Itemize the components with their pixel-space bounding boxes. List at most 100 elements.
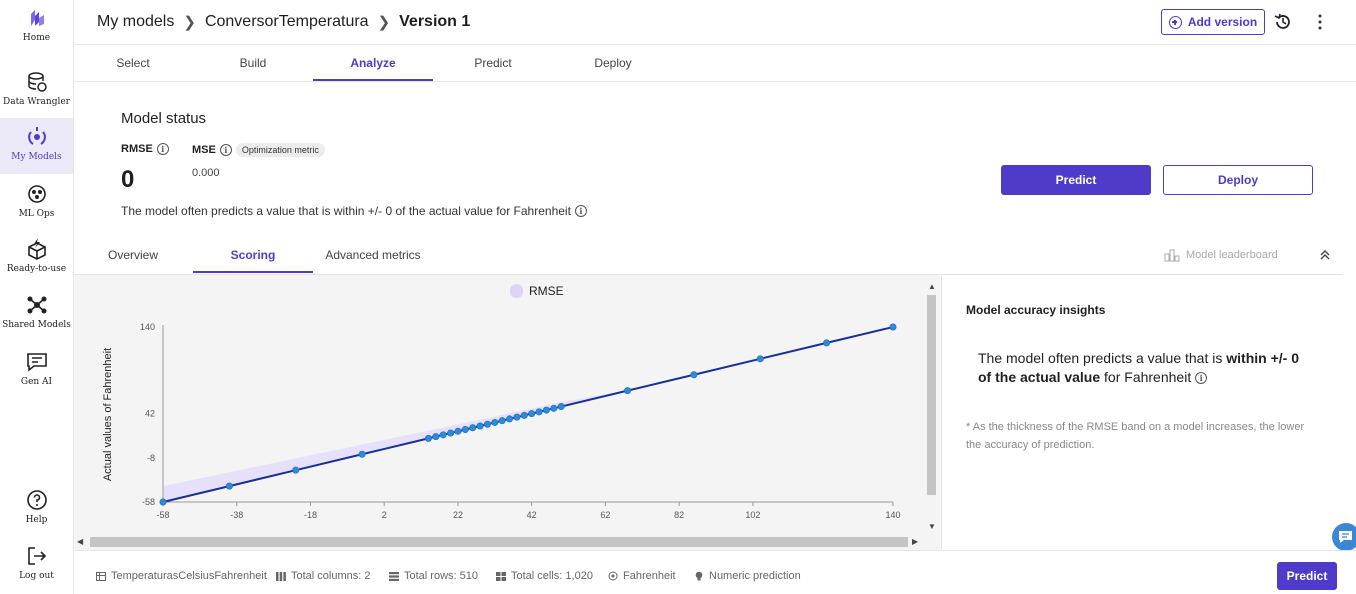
footer-columns: Total columns: 2: [276, 570, 370, 582]
tab-analyze[interactable]: Analyze: [313, 45, 433, 81]
footer-target: Fahrenheit: [608, 570, 676, 582]
sidebar-item-ready-to-use[interactable]: Ready-to-use: [0, 237, 73, 277]
info-icon[interactable]: i: [1195, 372, 1208, 385]
data-point: [225, 482, 233, 490]
sidebar-item-label: My Models: [11, 152, 62, 162]
sidebar-item-home[interactable]: Home: [0, 6, 73, 50]
sidebar-item-help[interactable]: Help: [0, 488, 73, 528]
database-icon: [27, 72, 47, 92]
app-root: Home Data Wrangler My Models ML Ops Read…: [0, 0, 1356, 594]
add-version-button[interactable]: Add version: [1161, 9, 1265, 35]
data-point: [483, 420, 491, 428]
insights-title: Model accuracy insights: [966, 303, 1106, 317]
data-point: [756, 355, 764, 363]
footer-columns-text: Total columns: 2: [291, 570, 371, 582]
shared-models-icon: [27, 296, 46, 314]
footer-cells: Total cells: 1,020: [496, 570, 593, 582]
y-tick-label: 140: [140, 322, 155, 332]
sidebar-item-shared-models[interactable]: Shared Models: [0, 293, 73, 333]
data-point: [461, 426, 469, 434]
y-tick-label: 42: [145, 409, 155, 419]
lightbulb-icon: [695, 571, 703, 581]
rmse-label-text: RMSE: [121, 143, 153, 155]
sidebar-item-ml-ops[interactable]: ML Ops: [0, 182, 73, 222]
sidebar-item-data-wrangler[interactable]: Data Wrangler: [0, 70, 73, 110]
y-tick-label: -8: [147, 453, 155, 463]
horizontal-scrollbar[interactable]: ◀ ▶: [74, 535, 925, 549]
collapse-chevron-icon[interactable]: [1318, 248, 1332, 262]
history-icon[interactable]: [1273, 12, 1293, 32]
tab-advanced-metrics[interactable]: Advanced metrics: [313, 238, 433, 273]
scroll-down-icon[interactable]: ▼: [928, 522, 936, 531]
insights-note: * As the thickness of the RMSE band on a…: [966, 421, 1305, 451]
tab-scoring[interactable]: Scoring: [193, 238, 313, 273]
footer-rows: Total rows: 510: [389, 570, 478, 582]
columns-icon: [276, 571, 286, 581]
sidebar-item-label: Help: [25, 515, 48, 525]
horizontal-scroll-thumb[interactable]: [90, 537, 908, 547]
scoring-chart: -58 -38 -18 2 22 42 62 82 102 14014042-8-58Actual…: [102, 322, 901, 520]
data-point: [454, 427, 462, 435]
chat-icon: [1339, 531, 1352, 543]
data-point: [542, 406, 550, 414]
footer-type: Numeric prediction: [694, 570, 801, 582]
log-out-icon: [27, 547, 46, 565]
model-leaderboard-button[interactable]: Model leaderboard: [1164, 248, 1278, 262]
legend-label: RMSE: [529, 284, 564, 298]
sidebar-item-label: Log out: [19, 571, 54, 581]
data-point: [506, 415, 514, 423]
footer-predict-button[interactable]: Predict: [1277, 562, 1337, 590]
tab-build[interactable]: Build: [193, 45, 313, 81]
info-icon[interactable]: i: [156, 143, 169, 155]
insights-statement: The model often predicts a value that is…: [978, 349, 1308, 387]
mse-label-text: MSE: [192, 144, 216, 156]
rows-icon: [389, 571, 399, 581]
breadcrumb-my-models[interactable]: My models: [97, 13, 174, 31]
x-tick-label: 42: [527, 510, 537, 520]
predict-button[interactable]: Predict: [1001, 165, 1151, 195]
sidebar-item-log-out[interactable]: Log out: [0, 544, 73, 584]
sidebar-item-label: Shared Models: [2, 320, 71, 330]
more-options-icon[interactable]: [1310, 12, 1330, 32]
tab-overview[interactable]: Overview: [73, 238, 193, 273]
status-sentence-text: The model often predicts a value that is…: [121, 204, 571, 218]
footer-cells-text: Total cells: 1,020: [511, 570, 593, 582]
data-point: [557, 403, 565, 411]
chat-fab[interactable]: [1332, 523, 1356, 551]
data-point: [469, 424, 477, 432]
sidebar-item-label: Gen AI: [20, 377, 53, 387]
data-point: [439, 431, 447, 439]
data-point: [491, 418, 499, 426]
scroll-right-icon[interactable]: ▶: [912, 537, 918, 546]
mse-value: 0.000: [192, 167, 220, 179]
sidebar-item-label: Data Wrangler: [2, 97, 70, 107]
analysis-tabs: Overview Scoring Advanced metrics: [74, 238, 433, 273]
vertical-scroll-thumb[interactable]: [927, 295, 936, 495]
info-icon[interactable]: i: [574, 205, 587, 217]
data-point: [528, 410, 536, 418]
x-tick-label: 102: [745, 510, 760, 520]
models-icon: [27, 127, 46, 145]
sidebar-item-my-models[interactable]: My Models: [0, 118, 73, 174]
tab-deploy[interactable]: Deploy: [553, 45, 673, 81]
left-sidebar: Home Data Wrangler My Models ML Ops Read…: [0, 0, 74, 594]
scroll-left-icon[interactable]: ◀: [77, 537, 83, 546]
scroll-up-icon[interactable]: ▲: [928, 282, 936, 291]
breadcrumb-model[interactable]: ConversorTemperatura: [205, 13, 369, 31]
chevron-right-icon: ❯: [183, 14, 196, 31]
tab-select[interactable]: Select: [73, 45, 193, 81]
tab-predict[interactable]: Predict: [433, 45, 553, 81]
sidebar-item-gen-ai[interactable]: Gen AI: [0, 350, 73, 390]
sidebar-item-label: Ready-to-use: [6, 264, 67, 274]
data-point: [424, 434, 432, 442]
x-tick-label: 82: [674, 510, 684, 520]
vertical-scrollbar[interactable]: ▲ ▼: [925, 280, 938, 532]
x-tick-label: -38: [230, 510, 243, 520]
deploy-button[interactable]: Deploy: [1163, 165, 1313, 195]
info-icon[interactable]: i: [219, 144, 232, 156]
data-point: [520, 411, 528, 419]
leaderboard-label: Model leaderboard: [1186, 249, 1278, 261]
x-tick-label: -58: [156, 510, 169, 520]
model-status-title: Model status: [121, 110, 207, 127]
help-icon: [26, 490, 47, 510]
